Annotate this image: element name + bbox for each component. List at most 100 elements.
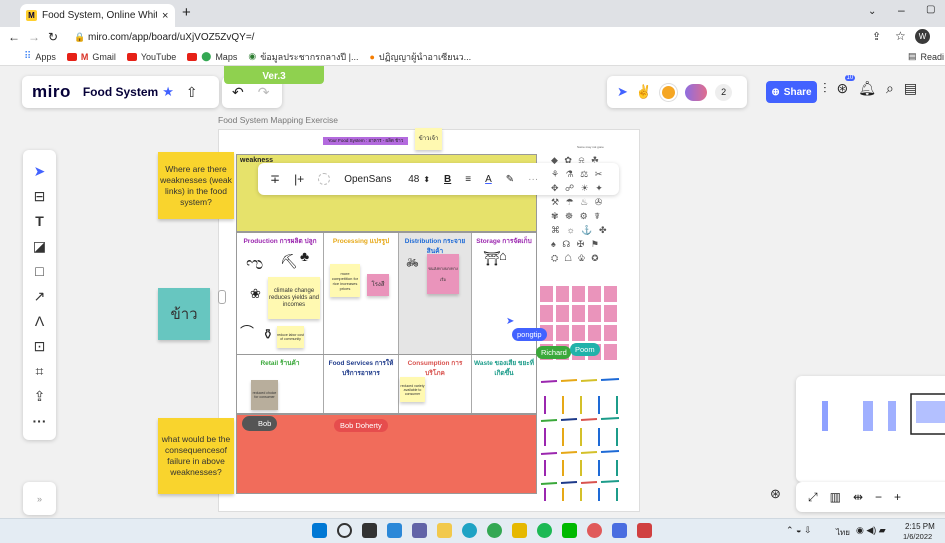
forward-icon[interactable]: → xyxy=(28,30,40,44)
language-indicator[interactable]: ไทย xyxy=(836,526,850,539)
teams-icon[interactable] xyxy=(412,523,427,538)
task-view-icon[interactable] xyxy=(362,523,377,538)
font-select[interactable]: OpenSans xyxy=(344,174,394,185)
line-icon[interactable] xyxy=(562,523,577,538)
reload-icon[interactable]: ↻ xyxy=(48,30,58,44)
miro-board-canvas[interactable]: miro Food System ★ ⇧ ↶ ↷ Ver.3 ➤ ✌ 2 ⊕ Sh… xyxy=(0,66,945,518)
header-note[interactable]: Your Food System : อาหาร - ผลิต ข้าว xyxy=(323,137,408,145)
frame-title[interactable]: Food System Mapping Exercise xyxy=(218,115,338,125)
sticky-consequences-question[interactable]: what would be the consequencesof failure… xyxy=(158,418,234,494)
shape-tool-icon[interactable]: □ xyxy=(31,262,49,280)
select-tool-icon[interactable]: ➤ xyxy=(31,162,49,180)
corner-note[interactable]: ข้าวเจ้า xyxy=(415,128,442,150)
map-icon[interactable]: ▥ xyxy=(830,490,841,504)
star-icon[interactable]: ★ xyxy=(162,84,174,100)
drag-handle[interactable] xyxy=(218,290,226,304)
reaction-icon[interactable]: ✌ xyxy=(636,84,652,100)
start-icon[interactable] xyxy=(312,523,327,538)
sticky-weaknesses-question[interactable]: Where are there weaknesses (weak links) … xyxy=(158,152,234,219)
bookmark-asean[interactable]: ● ปฏิญญาผู้นำอาเซียนว... xyxy=(369,50,471,64)
zoom-in-icon[interactable]: + xyxy=(894,490,901,504)
bookmark-star-icon[interactable]: ☆ xyxy=(895,29,906,43)
pen-tool-icon[interactable]: Λ xyxy=(31,312,49,330)
small-note[interactable]: reduce labor cost of community xyxy=(277,326,304,348)
profile-avatar[interactable]: W xyxy=(915,29,930,44)
tab-search-icon[interactable]: ⌄ xyxy=(868,6,876,17)
bold-icon[interactable]: B xyxy=(444,174,451,185)
search-icon[interactable] xyxy=(337,523,352,538)
share-page-icon[interactable]: ⇪ xyxy=(872,30,881,43)
consumption-note[interactable]: reduced variety available to consumer xyxy=(400,377,425,402)
bookmark-apps[interactable]: ⠿ Apps xyxy=(24,51,56,62)
back-icon[interactable]: ← xyxy=(8,30,20,44)
sticky-rice[interactable]: ข้าว xyxy=(158,288,210,340)
export-icon[interactable]: ⇧ xyxy=(186,84,198,101)
share-button[interactable]: ⊕ Share xyxy=(766,81,817,103)
competition-note[interactable]: more competition for rice increases pric… xyxy=(330,264,360,297)
url-field[interactable]: miro.com/app/board/uXjVOZ5ZvQY=/ xyxy=(88,32,254,43)
app-icon[interactable] xyxy=(637,523,652,538)
fit-screen-icon[interactable]: ⤢ xyxy=(808,490,818,505)
font-size-field[interactable]: 48 xyxy=(408,174,419,185)
file-explorer-icon[interactable] xyxy=(437,523,452,538)
folder-icon[interactable] xyxy=(512,523,527,538)
frame-tool-icon[interactable]: ⌗ xyxy=(31,362,49,380)
more-tools-icon[interactable]: ··· xyxy=(31,412,49,430)
edge-icon[interactable] xyxy=(462,523,477,538)
user-avatar[interactable] xyxy=(660,83,678,101)
chrome-icon[interactable] xyxy=(487,523,502,538)
climate-note[interactable]: climate change reduces yields and income… xyxy=(268,277,320,319)
app-icon[interactable] xyxy=(587,523,602,538)
highlight-pen-icon[interactable]: ✎ xyxy=(506,174,514,185)
bookmark-maps[interactable]: ⬤ Maps xyxy=(187,51,237,62)
search-icon[interactable]: ⌕ xyxy=(886,80,894,97)
app-icon[interactable] xyxy=(612,523,627,538)
column-waste[interactable]: Waste ของเสีย ขยะที่เกิดขึ้น xyxy=(472,355,536,413)
bookmark-population[interactable]: ◉ ข้อมูลประชากรกลางปี |... xyxy=(248,50,358,64)
distribution-note[interactable]: ขนส่งทางบก/ทางเรือ xyxy=(427,254,459,294)
minimize-icon[interactable]: – xyxy=(898,3,905,17)
undo-icon[interactable]: ↶ xyxy=(232,84,244,101)
templates-tool-icon[interactable]: ⊟ xyxy=(31,187,49,205)
browser-tab[interactable]: M Food System, Online Whiteboar × xyxy=(20,4,175,27)
tray-icons[interactable]: ⌃ ◒ ⇩ xyxy=(786,525,812,536)
more-options-icon[interactable]: ··· xyxy=(528,174,538,185)
clock-time[interactable]: 2:15 PM xyxy=(905,522,935,531)
settings-sliders-icon[interactable]: ⫶ xyxy=(823,80,827,97)
column-food-services[interactable]: Food Services การให้บริการอาหาร xyxy=(324,355,399,413)
cursor-tool-icon[interactable]: ➤ xyxy=(617,84,628,100)
retail-note[interactable]: reduced choice for consumer xyxy=(251,380,278,410)
minimap[interactable] xyxy=(796,376,945,482)
upload-tool-icon[interactable]: ⇪ xyxy=(31,387,49,405)
zoom-out-icon[interactable]: − xyxy=(875,490,882,504)
text-align-icon[interactable]: ≡ xyxy=(465,174,471,185)
avatar-count[interactable]: 2 xyxy=(715,83,733,101)
text-tool-icon[interactable]: T xyxy=(31,212,49,230)
close-tab-icon[interactable]: × xyxy=(162,10,168,22)
clock-date[interactable]: 1/6/2022 xyxy=(903,532,932,541)
widgets-icon[interactable] xyxy=(387,523,402,538)
bell-icon[interactable]: 🔔︎ xyxy=(858,80,876,97)
miro-logo[interactable]: miro xyxy=(32,82,71,102)
maximize-icon[interactable]: ▢ xyxy=(926,4,935,15)
collaborator-avatars[interactable] xyxy=(685,83,708,101)
bookmark-youtube[interactable]: YouTube xyxy=(126,52,176,62)
align-icon[interactable]: ∓ xyxy=(270,172,280,186)
text-color-icon[interactable]: A xyxy=(485,174,492,185)
comment-tool-icon[interactable]: ⊡ xyxy=(31,337,49,355)
reading-list[interactable]: ▤ Readi xyxy=(908,51,944,62)
redo-icon[interactable]: ↷ xyxy=(258,84,270,101)
activity-icon[interactable]: ⊛ 10 xyxy=(837,75,856,97)
network-volume-icons[interactable]: ◉ ◀) ▰ xyxy=(856,525,886,536)
board-name[interactable]: Food System xyxy=(83,85,158,99)
menu-icon[interactable]: ▤ xyxy=(904,80,917,97)
fit-width-icon[interactable]: ⇹ xyxy=(853,490,863,504)
sticky-note-tool-icon[interactable]: ◪ xyxy=(31,237,49,255)
connection-line-tool-icon[interactable]: ↗ xyxy=(31,287,49,305)
new-tab-icon[interactable]: + xyxy=(182,4,191,21)
frame-tag[interactable]: Ver.3 xyxy=(224,66,324,84)
spotify-icon[interactable] xyxy=(537,523,552,538)
bookmark-gmail[interactable]: M Gmail xyxy=(66,52,116,62)
indent-icon[interactable]: |+ xyxy=(294,172,304,186)
collapse-panel-button[interactable]: » xyxy=(23,482,56,515)
